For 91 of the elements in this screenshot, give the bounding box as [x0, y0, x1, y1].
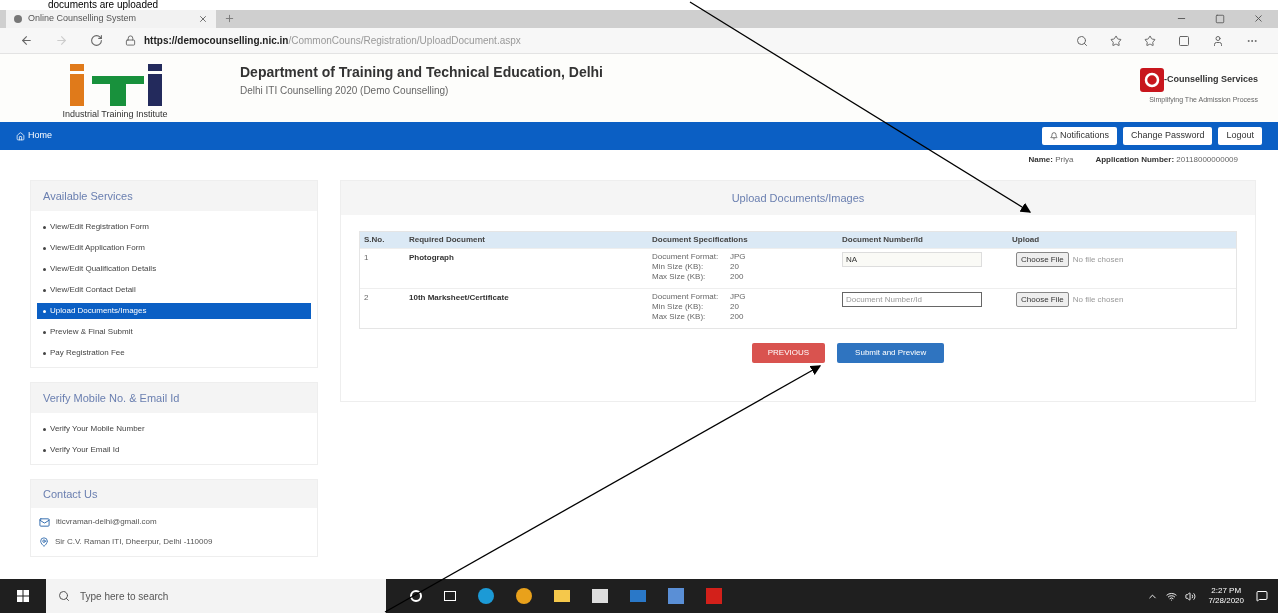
bullet-icon — [43, 351, 46, 355]
profile-icon[interactable] — [1212, 34, 1224, 47]
column-header: S.No. — [363, 234, 386, 246]
bell-icon — [1049, 132, 1058, 140]
home-icon — [16, 131, 25, 141]
brand-name: -Counselling Services — [1163, 73, 1258, 87]
close-icon[interactable] — [198, 14, 208, 24]
panel-title: Available Services — [31, 181, 317, 211]
task-view-icon[interactable] — [444, 591, 456, 601]
spec-label: Max Size (KB): — [652, 312, 707, 322]
bullet-icon — [43, 330, 46, 334]
sidebar-item[interactable]: View/Edit Qualification Details — [37, 261, 311, 277]
favicon-icon — [14, 15, 22, 23]
spec-value: 200 — [730, 272, 745, 282]
file-status: No file chosen — [1072, 254, 1124, 266]
previous-button[interactable]: PREVIOUS — [751, 343, 826, 363]
close-window-icon[interactable] — [1253, 13, 1264, 24]
column-header: Upload — [1011, 234, 1041, 246]
mail-icon — [39, 516, 50, 528]
file-status: No file chosen — [1072, 294, 1124, 306]
home-link[interactable]: Home — [16, 129, 52, 143]
document-number-field[interactable]: NA — [842, 252, 982, 267]
sidebar-item[interactable]: Verify Your Email Id — [37, 442, 311, 458]
restore-icon[interactable] — [1215, 13, 1225, 24]
spec-label: Max Size (KB): — [652, 272, 707, 282]
spec-value: 20 — [730, 302, 740, 312]
brand-logo-icon — [1139, 68, 1164, 92]
collections-icon[interactable] — [1178, 34, 1190, 47]
spec-label: Document Format: — [652, 292, 720, 302]
applicant-name: Name: Priya — [1028, 154, 1074, 166]
logo-caption: Industrial Training Institute — [62, 108, 168, 121]
browser-tab[interactable]: Online Counselling System — [6, 10, 216, 28]
nav-button[interactable]: Notifications — [1041, 127, 1117, 145]
bullet-icon — [43, 309, 46, 313]
reload-icon[interactable] — [90, 34, 103, 47]
bullet-icon — [43, 246, 46, 250]
document-name: Photograph — [408, 252, 455, 264]
spec-value: 200 — [730, 312, 745, 322]
favorites-list-icon[interactable] — [1144, 34, 1156, 47]
document-name: 10th Marksheet/Certificate — [408, 292, 510, 304]
sidebar-item[interactable]: View/Edit Contact Detail — [37, 282, 311, 298]
favorite-icon[interactable] — [1110, 34, 1122, 47]
sidebar-item[interactable]: Pay Registration Fee — [37, 345, 311, 361]
panel-title: Contact Us — [31, 480, 317, 508]
spec-value: 20 — [730, 262, 740, 272]
bullet-icon — [43, 225, 46, 229]
spec-label: Document Format: — [652, 252, 720, 262]
sidebar-item[interactable]: Verify Your Mobile Number — [37, 421, 311, 437]
sidebar-item[interactable]: Preview & Final Submit — [37, 324, 311, 340]
zoom-icon[interactable] — [1076, 34, 1088, 47]
nav-button[interactable]: Change Password — [1122, 127, 1213, 145]
contact-address: Sir C.V. Raman ITI, Dheerpur, Delhi -110009 — [55, 536, 213, 548]
choose-file-button[interactable]: Choose File — [1016, 292, 1069, 307]
clock-time[interactable]: 2:27 PM — [1211, 586, 1242, 596]
spec-value: JPG — [730, 252, 747, 262]
spec-value: JPG — [730, 292, 747, 302]
bullet-icon — [43, 288, 46, 292]
table-cell-text: 2 — [363, 292, 370, 304]
column-header: Required Document — [408, 234, 486, 246]
nav-button[interactable]: Logout — [1218, 127, 1262, 145]
location-icon — [39, 537, 49, 547]
sidebar-item[interactable]: Upload Documents/Images — [37, 303, 311, 319]
application-number: Application Number: 20118000000009 — [1095, 154, 1238, 166]
contact-email: iticvraman-delhi@gmail.com — [56, 516, 157, 528]
document-number-field[interactable]: Document Number/Id — [842, 292, 982, 307]
back-icon[interactable] — [20, 34, 33, 47]
notifications-icon[interactable] — [1256, 590, 1268, 602]
lock-icon — [125, 35, 136, 46]
network-icon[interactable] — [1166, 590, 1178, 602]
sidebar-item[interactable]: View/Edit Application Form — [37, 240, 311, 256]
clock-date[interactable]: 7/28/2020 — [1208, 596, 1244, 606]
new-tab-icon[interactable] — [224, 13, 235, 24]
table-cell-text: 1 — [363, 252, 370, 264]
site-title: Department of Training and Technical Education, Delhi — [240, 63, 603, 82]
bullet-icon — [43, 427, 46, 431]
search-icon — [58, 590, 70, 602]
spec-label: Min Size (KB): — [652, 302, 705, 312]
panel-title: Upload Documents/Images — [341, 181, 1255, 215]
taskbar-search-field[interactable]: Type here to search — [46, 579, 386, 613]
sidebar-item[interactable]: View/Edit Registration Form — [37, 219, 311, 235]
column-header: Document Number/Id — [841, 234, 924, 246]
submit-button[interactable]: Submit and Preview — [837, 343, 945, 363]
bullet-icon — [43, 267, 46, 271]
column-header: Document Specifications — [651, 234, 749, 246]
bullet-icon — [43, 448, 46, 452]
spec-label: Min Size (KB): — [652, 262, 705, 272]
volume-icon[interactable] — [1185, 590, 1197, 602]
choose-file-button[interactable]: Choose File — [1016, 252, 1069, 267]
panel-title: Verify Mobile No. & Email Id — [31, 383, 317, 413]
annotation-text: documents are uploaded — [48, 0, 159, 10]
site-subtitle: Delhi ITI Counselling 2020 (Demo Counselling) — [240, 84, 450, 98]
